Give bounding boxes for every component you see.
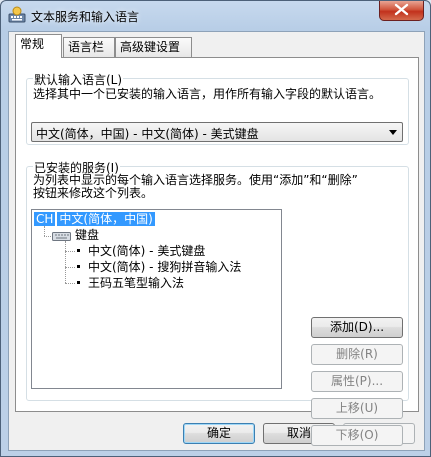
keyboard-globe-icon — [8, 6, 26, 23]
tree-connector — [65, 267, 75, 268]
keyboard-icon — [52, 231, 71, 241]
tree-item-service-label: 中文(简体) - 美式键盘 — [88, 244, 206, 258]
tab-language-bar[interactable]: 语言栏 — [63, 37, 115, 57]
remove-button[interactable]: 删除(R) — [311, 344, 403, 365]
default-language-group: 默认输入语言(L) 选择其中一个已安装的输入语言，用作所有输入字段的默认语言。 … — [26, 71, 409, 145]
default-language-selected-value: 中文(简体，中国) - 中文(简体) - 美式键盘 — [36, 127, 259, 141]
tree-item-service-label: 王码五笔型输入法 — [88, 276, 185, 290]
close-icon — [394, 3, 409, 16]
tab-advanced-key-settings-label: 高级键设置 — [120, 40, 181, 54]
add-button[interactable]: 添加(D)... — [311, 317, 403, 338]
tree-item-service[interactable]: 王码五笔型输入法 — [77, 276, 184, 292]
window-title: 文本服务和输入语言 — [31, 10, 140, 24]
default-language-select[interactable]: 中文(简体，中国) - 中文(简体) - 美式键盘 — [31, 122, 403, 142]
tree-item-keyboard-category-label: 键盘 — [75, 228, 100, 242]
move-down-button[interactable]: 下移(O) — [311, 425, 403, 446]
ok-button[interactable]: 确定 — [183, 423, 255, 444]
tree-connector — [65, 251, 75, 252]
installed-services-description-line2: 按钮来修改这个列表。 — [33, 186, 154, 200]
move-up-button[interactable]: 上移(U) — [311, 398, 403, 419]
tree-item-service[interactable]: 中文(简体) - 美式键盘 — [77, 244, 205, 260]
tab-general[interactable]: 常规 — [15, 34, 62, 58]
default-language-group-label: 默认输入语言(L) — [33, 71, 124, 88]
tree-item-language[interactable]: CH 中文(简体，中国) — [34, 212, 155, 228]
bullet-icon — [77, 249, 80, 252]
tab-panel-general: 默认输入语言(L) 选择其中一个已安装的输入语言，用作所有输入字段的默认语言。 … — [15, 57, 419, 446]
tab-advanced-key-settings[interactable]: 高级键设置 — [115, 37, 192, 57]
tree-item-keyboard-category[interactable]: 键盘 — [52, 228, 99, 244]
close-button[interactable] — [379, 1, 424, 21]
dialog-client-area: 常规 语言栏 高级键设置 默认输入语言(L) 选择其中一个已安装的输入语言，用作… — [8, 31, 425, 451]
tree-connector — [65, 283, 75, 284]
installed-services-group: 已安装的服务(I) 为列表中显示的每个输入语言选择服务。使用“添加”和“删除” … — [26, 159, 409, 446]
tab-general-label: 常规 — [20, 37, 45, 51]
tree-item-service-label: 中文(简体) - 搜狗拼音输入法 — [88, 260, 242, 274]
installed-services-tree[interactable]: CH 中文(简体，中国) 键盘 中文(简体) - 美式键盘 中文(简体) - 搜狗… — [31, 209, 282, 389]
title-bar[interactable]: 文本服务和输入语言 — [1, 1, 430, 29]
dialog-window: 文本服务和输入语言 常规 语言栏 高级键设置 默认输入语言(L) 选择其中一个已… — [0, 0, 431, 457]
bullet-icon — [77, 281, 80, 284]
tab-language-bar-label: 语言栏 — [68, 40, 105, 54]
chevron-down-icon — [389, 130, 397, 135]
tree-item-service[interactable]: 中文(简体) - 搜狗拼音输入法 — [77, 260, 241, 276]
default-language-description: 选择其中一个已安装的输入语言，用作所有输入字段的默认语言。 — [33, 87, 382, 101]
tree-item-language-label: 中文(简体，中国) — [57, 212, 155, 226]
properties-button[interactable]: 属性(P)... — [311, 371, 403, 392]
language-code-badge: CH — [34, 212, 56, 226]
tree-connector — [65, 241, 66, 283]
bullet-icon — [77, 265, 80, 268]
